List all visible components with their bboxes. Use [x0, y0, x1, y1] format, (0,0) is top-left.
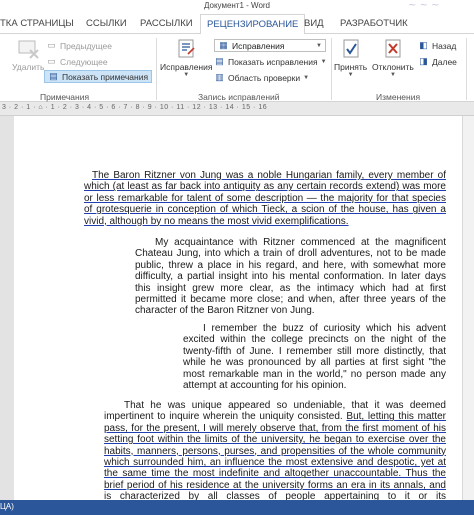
group-separator — [156, 38, 157, 100]
delete-comment-label: Удалить — [12, 62, 45, 72]
show-comments-icon: ▤ — [49, 71, 58, 81]
accept-button[interactable]: Принять ▼ — [334, 38, 367, 78]
status-text: ЦА) — [0, 502, 14, 511]
ribbon: Удалить ▭ Предыдущее ▭ Следующее ▤ Показ… — [0, 34, 474, 102]
tab-mailings[interactable]: РАССЫЛКИ — [140, 18, 193, 29]
previous-comment-button[interactable]: ▭ Предыдущее — [46, 40, 112, 51]
tab-developer[interactable]: РАЗРАБОТЧИК — [340, 18, 408, 29]
title-decoration: ~ ~ ~ — [408, 0, 440, 11]
window-title: Документ1 - Word — [203, 1, 270, 10]
reject-icon — [385, 39, 401, 58]
tracking-group-label: Запись исправлений — [198, 92, 280, 102]
reviewing-pane-label: Область проверки — [228, 72, 301, 83]
reviewing-pane-icon: ▥ — [215, 72, 224, 82]
show-markup-button[interactable]: ▤ Показать исправления ▼ — [214, 56, 327, 67]
tab-references[interactable]: ССЫЛКИ — [86, 18, 127, 29]
reject-dropdown-icon: ▼ — [389, 72, 396, 78]
paragraph-4-revision: But, letting this matter pass, for the p… — [104, 411, 446, 513]
paragraph-4[interactable]: That he was unique appeared so undeniabl… — [104, 400, 446, 514]
title-bar: Документ1 - Word ~ ~ ~ — [0, 0, 474, 14]
track-changes-icon — [178, 39, 195, 58]
reject-label: Отклонить — [372, 62, 414, 72]
document-area: The Baron Ritzner von Jung was a noble H… — [0, 116, 474, 514]
group-separator — [466, 38, 467, 100]
accept-label: Принять — [334, 62, 368, 72]
reviewing-pane-dropdown-icon: ▼ — [303, 74, 310, 81]
track-changes-label: Исправления — [160, 62, 213, 72]
paragraph-1[interactable]: The Baron Ritzner von Jung was a noble H… — [84, 170, 446, 227]
markup-display-select[interactable]: ▦ Исправления ▼ — [214, 39, 326, 52]
accept-dropdown-icon: ▼ — [347, 72, 354, 78]
next-change-label: Далее — [432, 56, 457, 67]
next-change-icon: ◨ — [419, 56, 428, 66]
vertical-scrollbar[interactable] — [462, 116, 474, 500]
reviewing-pane-button[interactable]: ▥ Область проверки ▼ — [214, 72, 309, 83]
previous-comment-label: Предыдущее — [60, 40, 113, 51]
group-separator — [331, 38, 332, 100]
show-comments-label: Показать примечания — [62, 71, 149, 82]
next-comment-label: Следующее — [60, 56, 108, 67]
markup-display-value: Исправления — [232, 40, 285, 51]
markup-display-icon: ▦ — [219, 40, 228, 50]
delete-comment-button[interactable]: Удалить — [12, 38, 44, 72]
show-comments-button[interactable]: ▤ Показать примечания — [44, 70, 153, 83]
comments-group-label: Примечания — [40, 92, 90, 102]
document-page[interactable]: The Baron Ritzner von Jung was a noble H… — [14, 116, 468, 514]
track-changes-dropdown-icon: ▼ — [183, 72, 190, 78]
horizontal-ruler[interactable]: 3 · 2 · 1 · ⌂ · 1 · 2 · 3 · 4 · 5 · 6 · … — [0, 102, 474, 116]
tab-view[interactable]: ВИД — [304, 18, 324, 29]
show-markup-icon: ▤ — [215, 56, 224, 66]
reject-button[interactable]: Отклонить ▼ — [372, 38, 414, 78]
previous-change-button[interactable]: ◧ Назад — [418, 40, 456, 51]
delete-comment-icon — [18, 40, 39, 59]
show-markup-dropdown-icon: ▼ — [320, 58, 327, 65]
show-markup-label: Показать исправления — [228, 56, 318, 67]
changes-group-label: Изменения — [376, 92, 421, 102]
tab-review[interactable]: РЕЦЕНЗИРОВАНИЕ — [200, 14, 306, 35]
paragraph-3[interactable]: I remember the buzz of curiosity which h… — [183, 323, 446, 391]
previous-change-icon: ◧ — [419, 40, 428, 50]
track-changes-button[interactable]: Исправления ▼ — [160, 38, 212, 78]
previous-comment-icon: ▭ — [47, 40, 56, 50]
next-change-button[interactable]: ◨ Далее — [418, 56, 457, 67]
paragraph-2[interactable]: My acquaintance with Ritzner commenced a… — [135, 237, 446, 317]
chevron-down-icon: ▼ — [316, 42, 322, 49]
tab-page-layout[interactable]: ТКА СТРАНИЦЫ — [0, 18, 74, 29]
ruler-numbers: 3 · 2 · 1 · ⌂ · 1 · 2 · 3 · 4 · 5 · 6 · … — [2, 104, 268, 111]
next-comment-button[interactable]: ▭ Следующее — [46, 56, 108, 67]
accept-icon — [343, 39, 359, 58]
next-comment-icon: ▭ — [47, 56, 56, 66]
previous-change-label: Назад — [432, 40, 457, 51]
ribbon-tabs: ТКА СТРАНИЦЫ ССЫЛКИ РАССЫЛКИ РЕЦЕНЗИРОВА… — [0, 14, 474, 35]
status-bar: ЦА) — [0, 500, 474, 515]
